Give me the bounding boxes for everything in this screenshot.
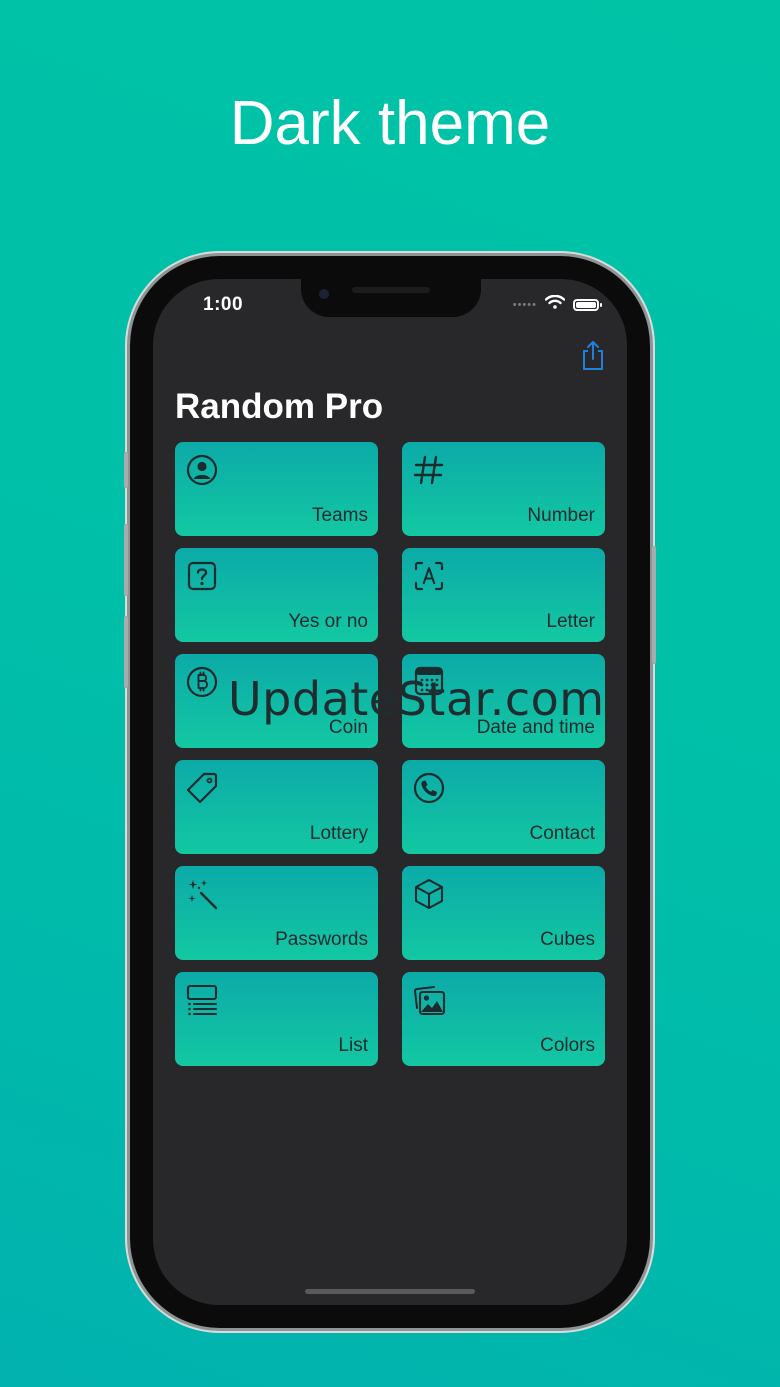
hash-icon xyxy=(412,453,446,487)
wifi-icon xyxy=(544,294,566,314)
tile-label: Colors xyxy=(540,1035,595,1056)
tile-label: Contact xyxy=(529,823,595,844)
front-camera xyxy=(319,289,329,299)
tile-teams[interactable]: Teams xyxy=(175,442,378,536)
tile-cubes[interactable]: Cubes xyxy=(402,866,605,960)
question-square-icon xyxy=(185,559,219,593)
signal-dots: ••••• xyxy=(512,298,537,311)
notch xyxy=(301,279,481,317)
tile-number[interactable]: Number xyxy=(402,442,605,536)
phone-frame: 1:00 ••••• Random Pro Teams Number Yes o… xyxy=(124,256,656,1328)
photos-icon xyxy=(412,983,446,1017)
tag-icon xyxy=(185,771,219,805)
tile-label: Letter xyxy=(546,611,595,632)
tile-passwords[interactable]: Passwords xyxy=(175,866,378,960)
share-button[interactable] xyxy=(579,339,607,371)
tile-list[interactable]: List xyxy=(175,972,378,1066)
battery-icon xyxy=(573,298,602,311)
phone-circle-icon xyxy=(412,771,446,805)
tile-lottery[interactable]: Lottery xyxy=(175,760,378,854)
tile-label: Teams xyxy=(312,505,368,526)
person-circle-icon xyxy=(185,453,219,487)
tile-contact[interactable]: Contact xyxy=(402,760,605,854)
volume-down-button xyxy=(124,616,128,688)
phone-screen: 1:00 ••••• Random Pro Teams Number Yes o… xyxy=(153,279,627,1305)
watermark: UpdateStar.com xyxy=(228,672,605,726)
share-icon xyxy=(583,341,603,370)
tile-label: Yes or no xyxy=(288,611,368,632)
letter-a-icon xyxy=(412,559,446,593)
marketing-headline: Dark theme xyxy=(229,89,551,158)
tile-yes-or-no[interactable]: Yes or no xyxy=(175,548,378,642)
status-icons: ••••• xyxy=(512,294,602,314)
tool-grid: Teams Number Yes or no Letter Coin Date … xyxy=(175,442,605,1066)
bitcoin-icon xyxy=(185,665,219,699)
list-icon xyxy=(185,983,219,1017)
cube-icon xyxy=(412,877,446,911)
tile-label: Cubes xyxy=(540,929,595,950)
page-title: Random Pro xyxy=(175,387,384,426)
tile-letter[interactable]: Letter xyxy=(402,548,605,642)
mute-switch xyxy=(124,452,128,488)
power-button xyxy=(652,546,656,664)
tile-label: Lottery xyxy=(309,823,368,844)
tile-label: Passwords xyxy=(275,929,368,950)
tile-label: List xyxy=(338,1035,368,1056)
tile-label: Number xyxy=(527,505,595,526)
magic-wand-icon xyxy=(185,877,219,911)
tile-colors[interactable]: Colors xyxy=(402,972,605,1066)
speaker-grille xyxy=(352,287,430,293)
home-indicator xyxy=(305,1289,475,1294)
status-time: 1:00 xyxy=(203,294,244,315)
volume-up-button xyxy=(124,524,128,596)
